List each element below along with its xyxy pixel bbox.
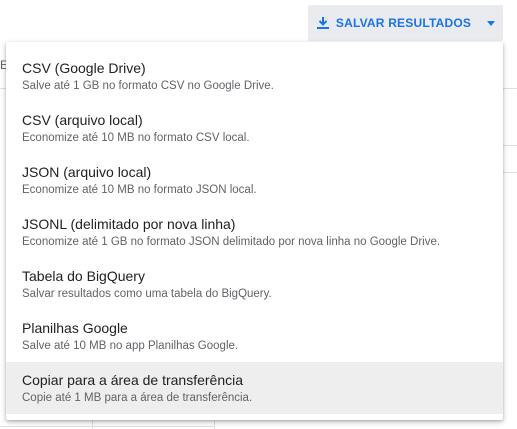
menu-item-description: Economize até 10 MB no formato CSV local… xyxy=(22,131,250,144)
menu-item-title: Planilhas Google xyxy=(22,319,128,336)
background-divider xyxy=(503,145,517,146)
background-divider xyxy=(503,172,517,173)
menu-item-google-sheets[interactable]: Planilhas Google Salve até 10 MB no app … xyxy=(6,310,503,362)
menu-item-csv-local[interactable]: CSV (arquivo local) Economize até 10 MB … xyxy=(6,102,503,154)
background-divider xyxy=(0,426,215,427)
menu-item-description: Salvar resultados como uma tabela do Big… xyxy=(22,287,272,300)
menu-item-csv-google-drive[interactable]: CSV (Google Drive) Salve até 1 GB no for… xyxy=(6,50,503,102)
save-results-button[interactable]: SALVAR RESULTADOS xyxy=(308,5,503,41)
menu-item-jsonl[interactable]: JSONL (delimitado por nova linha) Econom… xyxy=(6,206,503,258)
menu-item-copy-clipboard[interactable]: Copiar para a área de transferência Copi… xyxy=(6,362,503,414)
menu-item-bigquery-table[interactable]: Tabela do BigQuery Salvar resultados com… xyxy=(6,258,503,310)
menu-item-title: Copiar para a área de transferência xyxy=(22,371,244,388)
save-results-menu: CSV (Google Drive) Salve até 1 GB no for… xyxy=(6,42,503,420)
caret-down-icon xyxy=(487,20,496,26)
menu-item-description: Copie até 1 MB para a área de transferên… xyxy=(22,391,253,404)
menu-item-description: Salve até 1 GB no formato CSV no Google … xyxy=(22,79,274,92)
download-icon xyxy=(316,16,330,30)
save-results-label: SALVAR RESULTADOS xyxy=(335,16,472,30)
menu-item-description: Salve até 10 MB no app Planilhas Google. xyxy=(22,339,239,352)
background-divider xyxy=(92,420,93,429)
menu-item-title: JSONL (delimitado por nova linha) xyxy=(22,215,236,232)
menu-item-description: Economize até 1 GB no formato JSON delim… xyxy=(22,235,441,248)
background-divider xyxy=(503,88,517,89)
menu-item-title: CSV (arquivo local) xyxy=(22,111,143,128)
menu-item-description: Economize até 10 MB no formato JSON loca… xyxy=(22,183,257,196)
menu-item-title: CSV (Google Drive) xyxy=(22,59,146,76)
menu-item-title: JSON (arquivo local) xyxy=(22,163,152,180)
menu-item-json-local[interactable]: JSON (arquivo local) Economize até 10 MB… xyxy=(6,154,503,206)
background-divider xyxy=(214,420,215,429)
menu-item-title: Tabela do BigQuery xyxy=(22,267,145,284)
